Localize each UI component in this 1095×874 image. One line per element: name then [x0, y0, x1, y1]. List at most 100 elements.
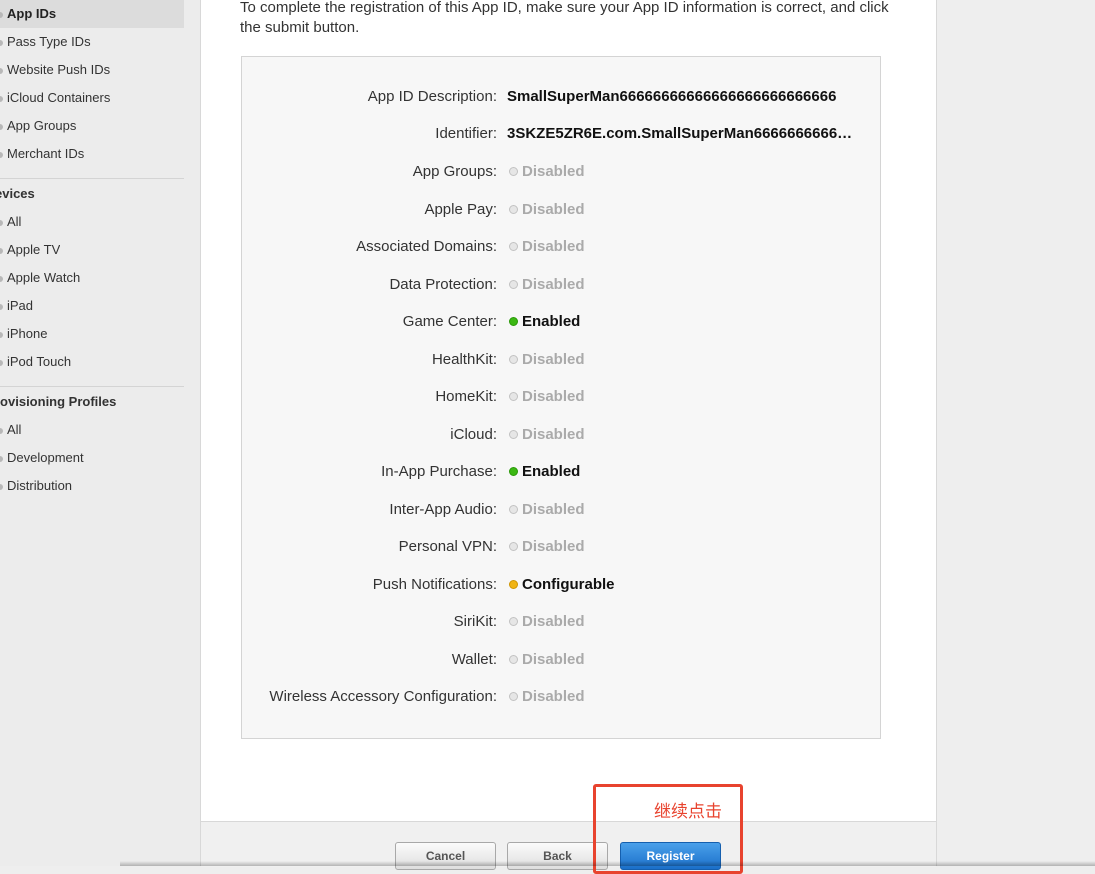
capability-row: Wireless Accessory Configuration: Disable… — [242, 686, 880, 708]
status-dot-icon — [509, 617, 518, 626]
capability-row: Wallet: Disabled — [242, 649, 880, 671]
capability-label: Associated Domains: — [356, 238, 497, 255]
capability-label: App Groups: — [412, 163, 497, 180]
sidebar-item-website-push-ids[interactable]: Website Push IDs — [0, 56, 110, 84]
capability-status: Disabled — [509, 649, 585, 671]
capability-row: Apple Pay: Disabled — [242, 199, 880, 221]
sidebar-item-label: Pass Type IDs — [7, 34, 91, 49]
sidebar-item-label: All — [7, 214, 22, 229]
bullet-icon — [0, 39, 3, 46]
capability-label: Wireless Accessory Configuration: — [269, 688, 497, 705]
capability-row: Personal VPN: Disabled — [242, 536, 880, 558]
capability-row: HomeKit: Disabled — [242, 386, 880, 408]
sidebar-item-distribution[interactable]: Distribution — [0, 472, 72, 500]
capability-status: Disabled — [509, 499, 585, 521]
capability-row: SiriKit: Disabled — [242, 611, 880, 633]
capability-status: Configurable — [509, 574, 615, 596]
sidebar-item-merchant-ids[interactable]: Merchant IDs — [0, 140, 84, 168]
capability-row: Associated Domains: Disabled — [242, 236, 880, 258]
bullet-icon — [0, 331, 3, 338]
capability-status-text: Disabled — [522, 276, 585, 293]
capability-row: App Groups: Disabled — [242, 161, 880, 183]
capability-status-text: Configurable — [522, 576, 615, 593]
capability-status-text: Disabled — [522, 688, 585, 705]
status-dot-icon — [509, 242, 518, 251]
sidebar-item-apple-watch[interactable]: Apple Watch — [0, 264, 80, 292]
bullet-icon — [0, 303, 3, 310]
sidebar-item-label: Apple TV — [7, 242, 61, 257]
status-dot-icon — [509, 542, 518, 551]
status-dot-icon — [509, 467, 518, 476]
capability-status: Disabled — [509, 386, 585, 408]
status-dot-icon — [509, 580, 518, 589]
capability-row: HealthKit: Disabled — [242, 349, 880, 371]
status-dot-icon — [509, 430, 518, 439]
sidebar-item-ipad[interactable]: iPad — [0, 292, 33, 320]
sidebar-heading-provisioning-profiles: rovisioning Profiles — [0, 394, 117, 409]
capability-label: Wallet: — [451, 651, 497, 668]
capability-label: In-App Purchase: — [381, 463, 497, 480]
sidebar-heading-devices: evices — [0, 186, 35, 201]
sidebar-item-app-groups[interactable]: App Groups — [0, 112, 76, 140]
capability-status-text: Disabled — [522, 613, 585, 630]
status-dot-icon — [509, 505, 518, 514]
capability-status: Disabled — [509, 611, 585, 633]
sidebar-item-ipod-touch[interactable]: iPod Touch — [0, 348, 71, 376]
capability-status-text: Enabled — [522, 313, 581, 330]
sidebar-item-icloud-containers[interactable]: iCloud Containers — [0, 84, 110, 112]
capability-row: iCloud: Disabled — [242, 424, 880, 446]
sidebar-item-devices-all[interactable]: All — [0, 208, 21, 236]
bottom-shadow — [120, 861, 1095, 866]
bullet-icon — [0, 275, 3, 282]
sidebar-item-pass-type-ids[interactable]: Pass Type IDs — [0, 28, 91, 56]
app-id-summary: App ID Description: SmallSuperMan6666666… — [241, 56, 881, 739]
bullet-icon — [0, 67, 3, 74]
bullet-icon — [0, 455, 3, 462]
main-content: To complete the registration of this App… — [201, 0, 937, 870]
identifier-value: 3SKZE5ZR6E.com.SmallSuperMan666666666666… — [507, 125, 857, 142]
sidebar-item-label: iPad — [7, 298, 34, 313]
capability-row: Data Protection: Disabled — [242, 274, 880, 296]
bullet-icon — [0, 123, 3, 130]
sidebar-item-label: Merchant IDs — [7, 146, 85, 161]
capability-label: Personal VPN: — [398, 538, 497, 555]
capability-label: Inter-App Audio: — [389, 501, 497, 518]
bullet-icon — [0, 359, 3, 366]
sidebar-item-app-ids[interactable]: App IDs — [0, 0, 184, 28]
bullet-icon — [0, 483, 3, 490]
capability-status: Disabled — [509, 686, 585, 708]
summary-row-identifier: Identifier: 3SKZE5ZR6E.com.SmallSuperMan… — [242, 123, 880, 145]
capability-status-text: Disabled — [522, 388, 585, 405]
annotation-label: 继续点击 — [654, 802, 722, 822]
row-label: Identifier: — [435, 125, 497, 142]
row-label: App ID Description: — [367, 88, 497, 105]
capability-status: Enabled — [509, 311, 580, 333]
sidebar-item-label: iPhone — [7, 326, 48, 341]
sidebar-item-profiles-all[interactable]: All — [0, 416, 21, 444]
capability-row: In-App Purchase: Enabled — [242, 461, 880, 483]
capability-status-text: Disabled — [522, 651, 585, 668]
status-dot-icon — [509, 205, 518, 214]
sidebar-item-iphone[interactable]: iPhone — [0, 320, 47, 348]
capability-label: iCloud: — [450, 426, 497, 443]
capability-label: HealthKit: — [431, 351, 497, 368]
sidebar-item-label: Apple Watch — [7, 270, 81, 285]
sidebar-item-label: All — [7, 422, 22, 437]
sidebar-item-label: Development — [7, 450, 84, 465]
sidebar-item-label: App IDs — [7, 6, 57, 21]
sidebar-divider — [0, 178, 184, 179]
capability-status-text: Enabled — [522, 463, 581, 480]
sidebar: App IDs Pass Type IDs Website Push IDs i… — [0, 0, 201, 866]
capability-status-text: Disabled — [522, 238, 585, 255]
capability-row: Inter-App Audio: Disabled — [242, 499, 880, 521]
sidebar-item-apple-tv[interactable]: Apple TV — [0, 236, 60, 264]
status-dot-icon — [509, 692, 518, 701]
capability-row: Game Center: Enabled — [242, 311, 880, 333]
status-dot-icon — [509, 655, 518, 664]
capability-status-text: Disabled — [522, 163, 585, 180]
sidebar-divider — [0, 386, 184, 387]
status-dot-icon — [509, 317, 518, 326]
capability-label: SiriKit: — [453, 613, 497, 630]
capability-status: Disabled — [509, 236, 585, 258]
sidebar-item-development[interactable]: Development — [0, 444, 84, 472]
